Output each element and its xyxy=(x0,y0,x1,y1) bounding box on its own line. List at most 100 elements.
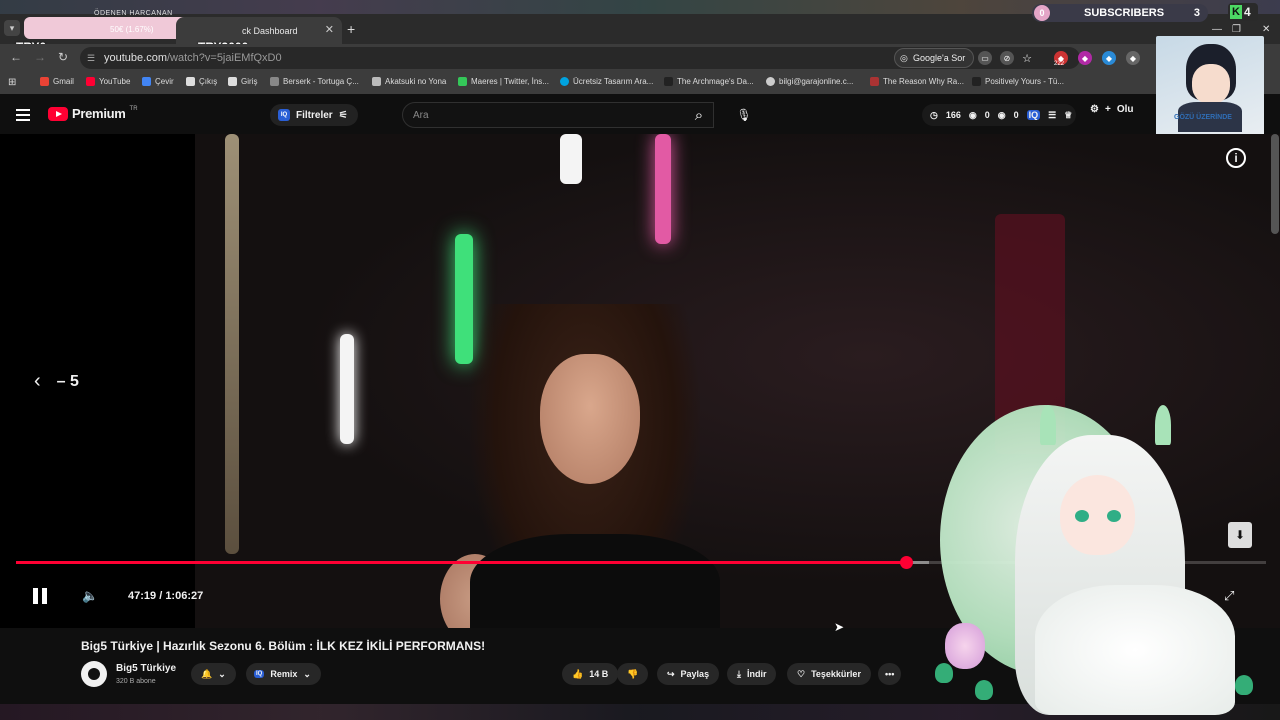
reload-icon[interactable]: ↻ xyxy=(58,50,68,64)
tab-search-icon[interactable]: ▾ xyxy=(4,20,20,36)
microphone-icon[interactable]: 🎙 xyxy=(732,104,756,126)
site-info-icon[interactable]: ☰ xyxy=(87,53,95,64)
logo-region: TR xyxy=(129,105,138,112)
bookmark-tasarim[interactable]: Ücretsiz Tasarım Ara... xyxy=(560,77,653,86)
volume-icon[interactable]: 🔈 xyxy=(82,588,98,604)
thanks-button[interactable]: ♡ Teşekkürler xyxy=(787,663,871,685)
google-sor-button[interactable]: ◎ Google'a Sor xyxy=(894,48,975,68)
thanks-heart-icon: ♡ xyxy=(797,668,806,679)
cast-icon[interactable]: ▭ xyxy=(978,51,992,65)
avatar-caption: GÖZÜ ÜZERİNDE xyxy=(1174,114,1232,121)
scene-light xyxy=(225,134,239,554)
overlay-goal-progress: 50€ (1.67%) xyxy=(110,25,154,34)
progress-bar[interactable] xyxy=(16,556,1266,569)
clock-icon: ◷ xyxy=(930,109,938,120)
dislike-button[interactable]: 👎 xyxy=(617,663,649,685)
download-overlay-icon[interactable]: ⬇ xyxy=(1228,522,1252,548)
bookmark-archmage[interactable]: The Archmage's Da... xyxy=(664,77,754,86)
bookmark-cevir[interactable]: Çevir xyxy=(142,77,174,86)
video-player[interactable]: i ‹ – 5 🔈 47:19 / 1:06:27 ⬇ ⤢ xyxy=(0,134,1280,628)
stat-b: 0 xyxy=(1013,110,1019,120)
bookmark-label: bilgi@garajonline.c... xyxy=(779,77,854,86)
bookmark-star-icon[interactable]: ☆ xyxy=(1020,51,1034,65)
tab-close-icon[interactable]: ✕ xyxy=(325,23,334,36)
channel-name[interactable]: Big5 Türkiye xyxy=(116,663,176,674)
bookmark-label: Giriş xyxy=(241,77,258,86)
trophy-icon[interactable]: ♕ xyxy=(1064,110,1072,121)
url-path: /watch?v=5jaiEMfQxD0 xyxy=(166,52,282,64)
youtube-logo[interactable]: Premium TR xyxy=(48,106,138,121)
thanks-label: Teşekkürler xyxy=(811,669,861,679)
video-title: Big5 Türkiye | Hazırlık Sezonu 6. Bölüm … xyxy=(81,639,486,653)
overlay-bottom-strip xyxy=(0,704,1280,720)
gear-icon[interactable]: ⚙ xyxy=(1090,104,1099,115)
bookmark-reason[interactable]: The Reason Why Ra... xyxy=(870,77,964,86)
plus-icon: + xyxy=(1104,104,1111,115)
create-button[interactable]: ⚙ + Olu xyxy=(1090,104,1133,115)
bookmark-youtube[interactable]: YouTube xyxy=(86,77,130,86)
bookmark-maeres[interactable]: Maeres | Twitter, İns... xyxy=(458,77,549,86)
bookmark-label: Positively Yours - Tü... xyxy=(985,77,1064,86)
notification-bell-button[interactable]: 🔔 ⌄ xyxy=(191,663,236,685)
filters-button[interactable]: IQ Filtreler ⚟ xyxy=(270,104,358,126)
remix-button[interactable]: IQ Remix ⌄ xyxy=(246,663,321,685)
like-button[interactable]: 👍 14 B xyxy=(562,663,619,685)
eye-off-icon[interactable]: ⊘ xyxy=(1000,51,1014,65)
create-label: Olu xyxy=(1116,104,1134,115)
subscribers-count: 3 xyxy=(1193,7,1200,19)
sliders-icon: ⚟ xyxy=(338,109,348,121)
search-icon[interactable]: ⌕ xyxy=(680,102,718,128)
video-subject xyxy=(440,304,740,628)
page-scrollbar[interactable] xyxy=(1271,134,1279,234)
page-icon xyxy=(664,77,673,86)
page-icon xyxy=(766,77,775,86)
url-host: youtube.com xyxy=(104,52,167,64)
extension-icon-2[interactable]: ◆ xyxy=(1078,51,1092,65)
bookmark-cikis[interactable]: Çıkış xyxy=(186,77,217,86)
scene-neon-white xyxy=(560,134,582,184)
info-icon[interactable]: i xyxy=(1226,148,1246,168)
fullscreen-icon[interactable]: ⤢ xyxy=(1224,588,1234,604)
scene-red-wall xyxy=(995,214,1065,454)
bookmark-bilgi[interactable]: bilgi@garajonline.c... xyxy=(766,77,853,86)
eye-icon: ◉ xyxy=(968,109,977,120)
share-button[interactable]: ↪ Paylaş xyxy=(657,663,720,685)
minimize-icon[interactable]: — xyxy=(1212,24,1222,35)
iq-icon: IQ xyxy=(278,109,290,121)
back-arrow-icon[interactable]: ← xyxy=(10,50,22,64)
download-icon: ⤓ xyxy=(737,668,741,679)
bookmark-label: Çevir xyxy=(155,77,174,86)
extension-icon-4[interactable]: ◆ xyxy=(1126,51,1140,65)
menu-icon[interactable] xyxy=(16,109,30,121)
bookmark-gmail[interactable]: Gmail xyxy=(40,77,74,86)
bookmark-berserk[interactable]: Berserk - Tortuga Ç... xyxy=(270,77,359,86)
extension-badge: 222 xyxy=(1054,61,1065,67)
page-icon xyxy=(458,77,467,86)
bookmark-label: Gmail xyxy=(53,77,74,86)
maximize-icon[interactable]: ❐ xyxy=(1232,24,1241,35)
logo-text: Premium xyxy=(72,106,126,121)
bookmark-label: YouTube xyxy=(99,77,131,86)
page-icon xyxy=(228,77,237,86)
scene-neon-white xyxy=(340,334,354,444)
bookmark-giris[interactable]: Giriş xyxy=(228,77,257,86)
more-actions-button[interactable]: ••• xyxy=(878,663,902,685)
bookmark-akatsuki[interactable]: Akatsuki no Yona xyxy=(372,77,446,86)
search-input[interactable]: Ara xyxy=(402,102,714,128)
channel-avatar[interactable] xyxy=(81,661,107,687)
pause-icon[interactable] xyxy=(33,588,47,604)
extension-icon-3[interactable]: ◆ xyxy=(1102,51,1116,65)
bookmark-positively[interactable]: Positively Yours - Tü... xyxy=(972,77,1064,86)
stat-views: 166 xyxy=(945,110,961,120)
forward-arrow-icon[interactable]: → xyxy=(34,50,46,64)
scrubber-handle[interactable] xyxy=(900,556,913,569)
close-window-icon[interactable]: ✕ xyxy=(1262,24,1270,35)
iq-icon[interactable]: IQ xyxy=(1026,110,1041,120)
list-icon[interactable]: ☰ xyxy=(1048,110,1056,121)
new-tab-button[interactable]: + xyxy=(347,21,355,37)
download-button[interactable]: ⤓ İndir xyxy=(727,663,777,685)
youtube-play-icon xyxy=(48,106,68,121)
apps-grid-icon[interactable]: ⊞ xyxy=(8,77,16,88)
scene-neon-pink xyxy=(655,134,671,244)
download-label: İndir xyxy=(746,669,767,679)
